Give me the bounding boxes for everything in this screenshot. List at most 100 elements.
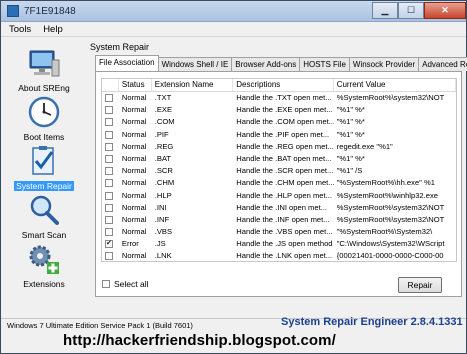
row-checkbox[interactable] xyxy=(105,118,113,127)
row-checkbox-cell[interactable] xyxy=(102,250,119,261)
row-checkbox-cell[interactable] xyxy=(102,190,119,202)
value-cell: "C:\Windows\System32\WScript xyxy=(336,239,445,249)
row-checkbox[interactable] xyxy=(105,252,113,261)
row-checkbox[interactable] xyxy=(105,203,113,212)
table-row[interactable]: Normal .BAT Handle the .BAT open met... "%1… xyxy=(102,153,456,165)
gears-icon xyxy=(29,245,59,274)
table-header: Status Extension Name Descriptions Curre… xyxy=(102,79,456,92)
tab-file-association[interactable]: File Association xyxy=(95,55,159,71)
sidebar-item-smart-scan[interactable]: Smart Scan xyxy=(7,193,81,240)
row-checkbox-cell[interactable] xyxy=(102,226,119,238)
menu-help[interactable]: Help xyxy=(43,24,63,35)
column-header[interactable]: Current Value xyxy=(334,79,456,91)
table-row[interactable]: Normal .INF Handle the .INF open met... %Sy… xyxy=(102,214,456,226)
sidebar-item-label: System Repair xyxy=(14,181,74,191)
row-checkbox[interactable] xyxy=(105,228,113,237)
table-row[interactable]: Normal .TXT Handle the .TXT open met... %Sy… xyxy=(102,92,456,104)
tab-advanced-repair[interactable]: Advanced Repair xyxy=(418,57,467,71)
table-row[interactable]: Error .JS Handle the .JS open method"C:\Wi… xyxy=(102,238,456,250)
row-checkbox-cell[interactable] xyxy=(102,153,119,165)
close-button[interactable]: ✕ xyxy=(424,2,466,19)
window-title: 7F1E91848 xyxy=(24,5,76,17)
table-row[interactable]: Normal .VBS Handle the .VBS open met... "%S… xyxy=(102,226,456,238)
magnifier-icon xyxy=(30,195,59,225)
row-checkbox-cell[interactable] xyxy=(102,116,119,128)
table-row[interactable]: Normal .PIF Handle the .PIF open met... "%1… xyxy=(102,129,456,141)
row-checkbox-cell[interactable] xyxy=(102,104,119,116)
status-cell: Normal xyxy=(121,117,147,127)
app-icon xyxy=(7,5,19,17)
value-cell: regedit.exe "%1" xyxy=(336,141,393,151)
row-checkbox[interactable] xyxy=(105,106,113,115)
tab-bar: File Association Windows Shell / IE Brow… xyxy=(95,55,467,71)
sidebar-item-extensions[interactable]: Extensions xyxy=(7,242,81,289)
column-header[interactable]: Status xyxy=(119,79,152,91)
description-cell: Handle the .SCR open met... xyxy=(236,166,334,176)
value-cell: {00021401-0000-0000-C000-00 xyxy=(336,251,444,261)
extension-cell: .EXE xyxy=(154,105,173,115)
select-all[interactable]: Select all xyxy=(102,279,149,289)
clock-icon xyxy=(28,96,60,128)
tab-windows-shell-ie[interactable]: Windows Shell / IE xyxy=(157,57,233,71)
status-cell: Normal xyxy=(121,214,147,224)
value-cell: "%SystemRoot%\hh.exe" %1 xyxy=(336,178,435,188)
row-checkbox[interactable] xyxy=(105,130,113,139)
sidebar-item-boot[interactable]: Boot Items xyxy=(7,95,81,142)
row-checkbox[interactable] xyxy=(105,191,113,200)
status-cell: Normal xyxy=(121,178,147,188)
select-all-checkbox[interactable] xyxy=(102,280,110,288)
table-row[interactable]: Normal .INI Handle the .INI open met... %Sy… xyxy=(102,202,456,214)
status-cell: Normal xyxy=(121,129,147,139)
extension-cell: .LNK xyxy=(154,251,172,261)
extension-cell: .JS xyxy=(154,239,166,249)
table-row[interactable]: Normal .HLP Handle the .HLP open met... %Sy… xyxy=(102,190,456,202)
computer-icon xyxy=(29,50,60,77)
table-row[interactable]: Normal .REG Handle the .REG open met... reg… xyxy=(102,141,456,153)
sidebar-item-system-repair[interactable]: System Repair xyxy=(7,144,81,191)
sidebar: About SREng Boot Items System Repair Sma… xyxy=(1,38,86,318)
row-checkbox-cell[interactable] xyxy=(102,129,119,141)
column-header[interactable]: Descriptions xyxy=(233,79,334,91)
table-row[interactable]: Normal .COM Handle the .COM open met... "%1… xyxy=(102,116,456,128)
page-title: System Repair xyxy=(90,42,150,52)
table-row[interactable]: Normal .EXE Handle the .EXE open met... "%1… xyxy=(102,104,456,116)
status-cell: Normal xyxy=(121,153,147,163)
tab-hosts-file[interactable]: HOSTS File xyxy=(299,57,350,71)
maximize-button[interactable]: ☐ xyxy=(398,2,424,19)
tab-winsock-provider[interactable]: Winsock Provider xyxy=(348,57,420,71)
row-checkbox-cell[interactable] xyxy=(102,165,119,177)
row-checkbox[interactable] xyxy=(105,154,113,163)
row-checkbox[interactable] xyxy=(105,238,113,250)
row-checkbox[interactable] xyxy=(105,142,113,151)
table-row[interactable]: Normal .SCR Handle the .SCR open met... "%1… xyxy=(102,165,456,177)
row-checkbox[interactable] xyxy=(105,167,113,176)
row-checkbox-cell[interactable] xyxy=(102,214,119,226)
minimize-button[interactable]: ▁ xyxy=(372,2,398,19)
row-checkbox[interactable] xyxy=(105,179,113,188)
row-checkbox-cell[interactable] xyxy=(102,177,119,189)
table-row[interactable]: Normal .CHM Handle the .CHM open met... "%S… xyxy=(102,177,456,189)
description-cell: Handle the .INI open met... xyxy=(236,202,328,212)
extension-cell: .TXT xyxy=(154,93,172,102)
file-association-table: Status Extension Name Descriptions Curre… xyxy=(101,78,457,262)
checklist-icon xyxy=(32,146,54,175)
tab-browser-add-ons[interactable]: Browser Add-ons xyxy=(231,57,301,71)
value-cell: "%1" %* xyxy=(336,105,365,115)
extension-cell: .SCR xyxy=(154,166,173,176)
row-checkbox[interactable] xyxy=(105,215,113,224)
menu-tools[interactable]: Tools xyxy=(9,24,31,35)
extension-cell: .INF xyxy=(154,214,170,224)
extension-cell: .PIF xyxy=(154,129,169,139)
row-checkbox-cell[interactable] xyxy=(102,238,119,250)
column-header[interactable] xyxy=(102,79,119,91)
row-checkbox-cell[interactable] xyxy=(102,202,119,214)
repair-button[interactable]: Repair xyxy=(398,277,442,293)
description-cell: Handle the .VBS open met... xyxy=(236,227,333,237)
row-checkbox-cell[interactable] xyxy=(102,141,119,153)
sidebar-item-about[interactable]: About SREng xyxy=(7,46,81,93)
table-row[interactable]: Normal .LNK Handle the .LNK open met... {00… xyxy=(102,250,456,261)
row-checkbox[interactable] xyxy=(105,94,113,102)
column-header[interactable]: Extension Name xyxy=(152,79,234,91)
row-checkbox-cell[interactable] xyxy=(102,92,119,104)
description-cell: Handle the .PIF open met... xyxy=(236,129,330,139)
